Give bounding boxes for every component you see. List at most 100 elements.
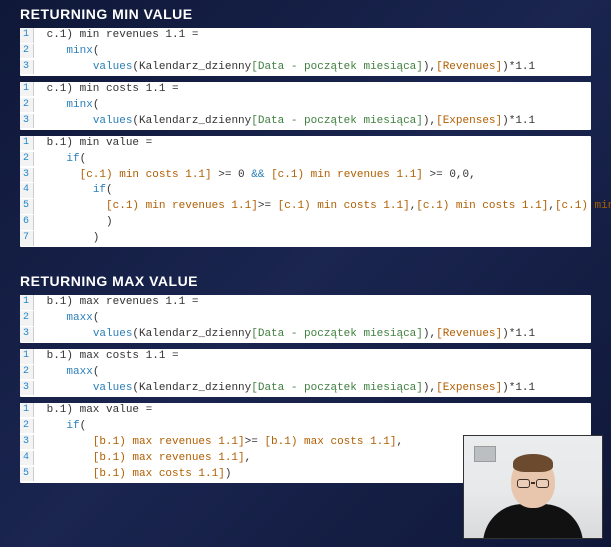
token-num: 0 xyxy=(449,169,456,181)
token-fn: if xyxy=(66,420,79,432)
token-ref: [b.1) max costs 1.1] xyxy=(264,436,396,448)
token-ref: [c.1) min costs 1.1] xyxy=(80,169,212,181)
code-content: minx( xyxy=(34,98,99,114)
code-content: values(Kalendarz_dzienny[Data - początek… xyxy=(34,327,535,343)
code-content: values(Kalendarz_dzienny[Data - początek… xyxy=(34,381,535,397)
token-fn: minx xyxy=(66,99,92,111)
token-num: 0 xyxy=(238,169,245,181)
line-number: 2 xyxy=(20,311,34,326)
token-fn: maxx xyxy=(66,366,92,378)
code-line: 2 minx( xyxy=(20,98,591,114)
code-content: [b.1) max revenues 1.1]>= [b.1) max cost… xyxy=(34,435,403,451)
code-line: 2 minx( xyxy=(20,44,591,60)
code-content: b.1) max revenues 1.1 = xyxy=(34,295,205,311)
token-ref: [c.1) min revenues 1.1] xyxy=(271,169,423,181)
token-fn: values xyxy=(93,61,133,73)
line-number: 2 xyxy=(20,98,34,113)
section-title-min: RETURNING MIN VALUE xyxy=(0,0,611,28)
line-number: 3 xyxy=(20,168,34,183)
line-number: 1 xyxy=(20,403,34,418)
code-content: values(Kalendarz_dzienny[Data - początek… xyxy=(34,60,535,76)
code-content: if( xyxy=(34,419,86,435)
token-ref: [Expenses] xyxy=(436,115,502,127)
code-content: ) xyxy=(34,215,113,231)
code-content: values(Kalendarz_dzienny[Data - początek… xyxy=(34,114,535,130)
token-ref: [Revenues] xyxy=(436,61,502,73)
token-fn: values xyxy=(93,115,133,127)
line-number: 4 xyxy=(20,183,34,198)
line-number: 6 xyxy=(20,215,34,230)
token-ref: [Expenses] xyxy=(436,382,502,394)
token-num: 0 xyxy=(463,169,470,181)
code-block: 1 c.1) min revenues 1.1 = 2 minx(3 value… xyxy=(20,28,591,76)
code-content: c.1) min revenues 1.1 = xyxy=(34,28,205,44)
section-title-max: RETURNING MAX VALUE xyxy=(0,267,611,295)
line-number: 2 xyxy=(20,152,34,167)
line-number: 3 xyxy=(20,327,34,342)
token-fn: if xyxy=(93,184,106,196)
min-section: 1 c.1) min revenues 1.1 = 2 minx(3 value… xyxy=(0,28,611,247)
code-line: 1 c.1) min costs 1.1 = xyxy=(20,82,591,98)
line-number: 3 xyxy=(20,114,34,129)
code-line: 3 values(Kalendarz_dzienny[Data - począt… xyxy=(20,114,591,130)
presenter xyxy=(478,456,588,539)
line-number: 4 xyxy=(20,451,34,466)
code-line: 5 [c.1) min revenues 1.1]>= [c.1) min co… xyxy=(20,199,591,215)
token-col: [Data - początek miesiąca] xyxy=(251,115,423,127)
code-content: [c.1) min costs 1.1] >= 0 && [c.1) min r… xyxy=(34,168,476,184)
code-content: b.1) min value = xyxy=(34,136,159,152)
code-line: 6 ) xyxy=(20,215,591,231)
code-content: maxx( xyxy=(34,311,99,327)
code-content: [c.1) min revenues 1.1]>= [c.1) min cost… xyxy=(34,199,611,215)
line-number: 1 xyxy=(20,82,34,97)
line-number: 1 xyxy=(20,28,34,43)
token-num: 1.1 xyxy=(515,328,535,340)
line-number: 3 xyxy=(20,435,34,450)
webcam-overlay xyxy=(463,435,603,539)
line-number: 3 xyxy=(20,381,34,396)
code-content: b.1) max value = xyxy=(34,403,159,419)
token-ref: [b.1) max costs 1.1] xyxy=(93,468,225,480)
code-content: maxx( xyxy=(34,365,99,381)
token-fn: if xyxy=(66,153,79,165)
code-content: [b.1) max revenues 1.1], xyxy=(34,451,251,467)
code-line: 1 b.1) max revenues 1.1 = xyxy=(20,295,591,311)
code-content: [b.1) max costs 1.1]) xyxy=(34,467,231,483)
code-line: 2 maxx( xyxy=(20,311,591,327)
code-line: 4 if( xyxy=(20,183,591,199)
line-number: 7 xyxy=(20,231,34,246)
token-col: [Data - początek miesiąca] xyxy=(251,382,423,394)
code-line: 2 if( xyxy=(20,419,591,435)
token-fn: minx xyxy=(66,45,92,57)
token-num: 1.1 xyxy=(515,61,535,73)
microphone-icon xyxy=(508,514,524,536)
token-ref: [b.1) max revenues 1.1] xyxy=(93,436,245,448)
code-content: c.1) min costs 1.1 = xyxy=(34,82,185,98)
code-content: if( xyxy=(34,183,113,199)
token-col: [Data - początek miesiąca] xyxy=(251,328,423,340)
token-fn: values xyxy=(93,382,133,394)
token-ref: [Revenues] xyxy=(436,328,502,340)
code-block: 1 b.1) max revenues 1.1 = 2 maxx(3 value… xyxy=(20,295,591,343)
code-content: if( xyxy=(34,152,86,168)
line-number: 3 xyxy=(20,60,34,75)
token-ref: [b.1) max revenues 1.1] xyxy=(93,452,245,464)
line-number: 2 xyxy=(20,365,34,380)
line-number: 1 xyxy=(20,295,34,310)
line-number: 2 xyxy=(20,419,34,434)
token-ref: [c.1) min revenues 1.1] xyxy=(555,200,611,212)
line-number: 1 xyxy=(20,136,34,151)
line-number: 1 xyxy=(20,349,34,364)
token-ref: [c.1) min revenues 1.1] xyxy=(106,200,258,212)
line-number: 2 xyxy=(20,44,34,59)
code-content: ) xyxy=(34,231,99,247)
code-line: 1 b.1) max costs 1.1 = xyxy=(20,349,591,365)
code-line: 1 c.1) min revenues 1.1 = xyxy=(20,28,591,44)
code-line: 1 b.1) max value = xyxy=(20,403,591,419)
glasses-icon xyxy=(517,478,549,488)
token-col: [Data - początek miesiąca] xyxy=(251,61,423,73)
code-line: 2 if( xyxy=(20,152,591,168)
token-fn: values xyxy=(93,328,133,340)
code-line: 2 maxx( xyxy=(20,365,591,381)
token-ref: [c.1) min costs 1.1] xyxy=(416,200,548,212)
